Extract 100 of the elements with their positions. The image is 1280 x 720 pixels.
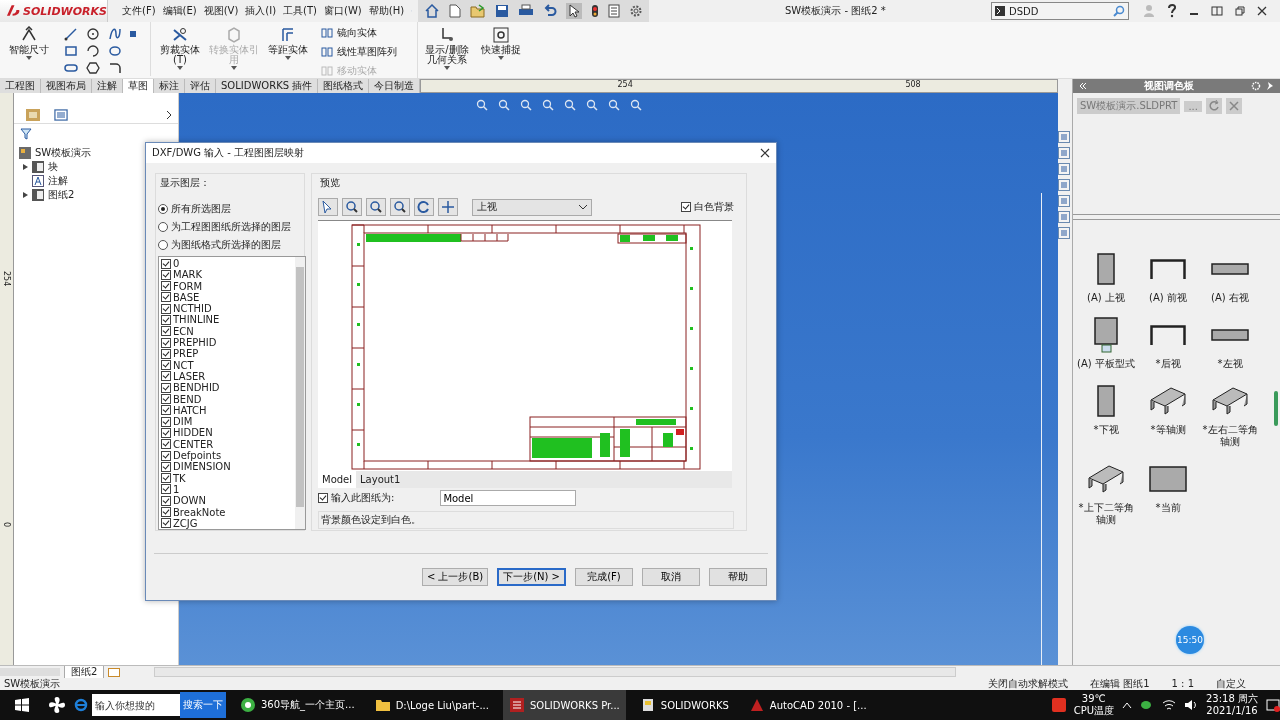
- taskbar-app[interactable]: SOLIDWORKS Pr...: [502, 690, 626, 720]
- menu-item[interactable]: 插入(I): [245, 4, 277, 18]
- help-icon[interactable]: [1167, 4, 1177, 18]
- close-icon[interactable]: [1257, 6, 1267, 16]
- command-tab[interactable]: 工程图: [0, 79, 41, 93]
- view-item[interactable]: (A) 上视: [1075, 250, 1137, 304]
- layer-item[interactable]: ECN: [159, 325, 295, 337]
- layer-item[interactable]: BreakNote: [159, 506, 295, 518]
- view-tool-icon[interactable]: [519, 99, 532, 111]
- layer-item[interactable]: TK: [159, 472, 295, 484]
- circle-icon[interactable]: [86, 26, 100, 41]
- ribbon-tool[interactable]: 镜向实体: [321, 26, 397, 40]
- taskbar-search-field[interactable]: 输入你想搜的: [92, 694, 180, 716]
- traffic-light-icon[interactable]: [591, 4, 599, 18]
- ribbon-tool[interactable]: 显示/删除几何关系: [422, 22, 472, 70]
- layer-item[interactable]: DOWN: [159, 495, 295, 507]
- menu-item[interactable]: 文件(F): [122, 4, 156, 18]
- expand-arrow-icon[interactable]: [23, 164, 28, 170]
- command-tab[interactable]: 图纸格式: [318, 79, 370, 93]
- taskbar-app[interactable]: D:\Loge Liu\part-...: [368, 690, 495, 720]
- checkbox-option[interactable]: 输入此图纸为:: [318, 491, 395, 505]
- dialog-button[interactable]: 取消: [642, 568, 700, 586]
- layer-item[interactable]: NCTHID: [159, 303, 295, 315]
- app-logo[interactable]: SOLIDWORKS: [0, 0, 108, 22]
- radio-option[interactable]: 所有所选图层: [158, 200, 304, 218]
- view-item[interactable]: (A) 右视: [1199, 250, 1261, 304]
- taskbar-app[interactable]: SOLIDWORKS: [633, 690, 735, 720]
- volume-icon[interactable]: [1184, 699, 1198, 711]
- notification-icon[interactable]: [1266, 698, 1280, 712]
- view-dropdown[interactable]: 上视: [472, 198, 592, 216]
- task-pane-tab-icon[interactable]: [1058, 131, 1070, 143]
- view-item[interactable]: *左视: [1199, 316, 1261, 370]
- save-icon[interactable]: [495, 4, 509, 18]
- open-folder-icon[interactable]: [470, 4, 486, 18]
- view-item[interactable]: *上下二等角轴测: [1075, 460, 1137, 526]
- menu-item[interactable]: 窗口(W): [324, 4, 362, 18]
- caret-up-icon[interactable]: [1122, 701, 1132, 709]
- command-tab[interactable]: 标注: [154, 79, 185, 93]
- tray-app-icon[interactable]: [1051, 698, 1066, 712]
- point-icon[interactable]: [130, 30, 136, 37]
- scrollbar[interactable]: [154, 667, 957, 677]
- add-sheet-icon[interactable]: [108, 667, 121, 677]
- pan-icon[interactable]: [438, 198, 458, 216]
- command-tab[interactable]: 评估: [185, 79, 216, 93]
- command-tab[interactable]: 今日制造: [369, 79, 421, 93]
- view-tool-icon[interactable]: [475, 99, 488, 111]
- sheet-name-field[interactable]: Model: [440, 490, 577, 506]
- task-pane-tab-icon[interactable]: [1058, 147, 1070, 159]
- expand-arrow-icon[interactable]: [23, 192, 28, 198]
- layer-item[interactable]: BASE: [159, 291, 295, 304]
- spline-icon[interactable]: [108, 26, 122, 41]
- menu-item[interactable]: 编辑(E): [162, 4, 197, 18]
- scrollbar[interactable]: [295, 256, 305, 529]
- sheet-tab[interactable]: Layout1: [356, 471, 405, 488]
- layer-item[interactable]: 0: [159, 257, 295, 270]
- radio-option[interactable]: 为图纸格式所选择的图层: [158, 235, 304, 254]
- new-file-icon[interactable]: [449, 4, 461, 18]
- command-tab[interactable]: 注解: [92, 79, 123, 93]
- zoom-fit-icon[interactable]: [366, 198, 386, 216]
- task-pane-tab-icon[interactable]: [1058, 211, 1070, 223]
- rotate-icon[interactable]: [414, 198, 434, 216]
- layer-item[interactable]: BENDHID: [159, 382, 295, 394]
- filter-icon[interactable]: [20, 128, 32, 140]
- layer-item[interactable]: THINLINE: [159, 314, 295, 326]
- print-icon[interactable]: [518, 4, 534, 18]
- view-tool-icon[interactable]: [541, 99, 554, 111]
- close-icon[interactable]: [760, 148, 770, 158]
- browser-icon[interactable]: [74, 698, 88, 712]
- task-pane-tab-icon[interactable]: [1058, 179, 1070, 191]
- sheet-tab[interactable]: 图纸2: [64, 665, 105, 679]
- ribbon-tool[interactable]: 剪裁实体(T): [155, 22, 205, 70]
- ellipse-icon[interactable]: [108, 43, 122, 58]
- layer-item[interactable]: NCT: [159, 359, 295, 371]
- wifi-icon[interactable]: [1162, 699, 1176, 711]
- view-tool-icon[interactable]: [497, 99, 510, 111]
- layer-item[interactable]: PREP: [159, 348, 295, 360]
- layer-item[interactable]: CENTER: [159, 438, 295, 450]
- feature-tree-icon[interactable]: [54, 109, 68, 121]
- command-tab[interactable]: 视图布局: [41, 79, 92, 93]
- view-tool-icon[interactable]: [563, 99, 576, 111]
- task-pane-tab-icon[interactable]: [1058, 227, 1070, 239]
- view-item[interactable]: *下视: [1075, 382, 1137, 448]
- layer-item[interactable]: ZCJG: [159, 517, 295, 529]
- view-item[interactable]: (A) 平板型式: [1075, 316, 1137, 370]
- view-item[interactable]: *当前: [1137, 460, 1199, 526]
- command-tab[interactable]: 草图: [123, 79, 154, 93]
- search-icon[interactable]: [1113, 5, 1125, 17]
- layer-item[interactable]: Defpoints: [159, 449, 295, 462]
- settings-icon[interactable]: [629, 4, 643, 18]
- restore-icon[interactable]: [1235, 6, 1245, 16]
- view-tool-icon[interactable]: [607, 99, 620, 111]
- radio-option[interactable]: 为工程图图纸所选择的图层: [158, 217, 304, 236]
- refresh-icon[interactable]: [1205, 98, 1222, 114]
- fillet-icon[interactable]: [108, 60, 122, 75]
- collapse-icon[interactable]: [1079, 83, 1087, 89]
- fan-icon[interactable]: [48, 696, 66, 714]
- scrollbar-thumb[interactable]: [1274, 391, 1278, 426]
- ribbon-tool[interactable]: 线性草图阵列: [321, 45, 397, 59]
- view-tool-icon[interactable]: [629, 99, 642, 111]
- task-pane-tab-icon[interactable]: [1058, 163, 1070, 175]
